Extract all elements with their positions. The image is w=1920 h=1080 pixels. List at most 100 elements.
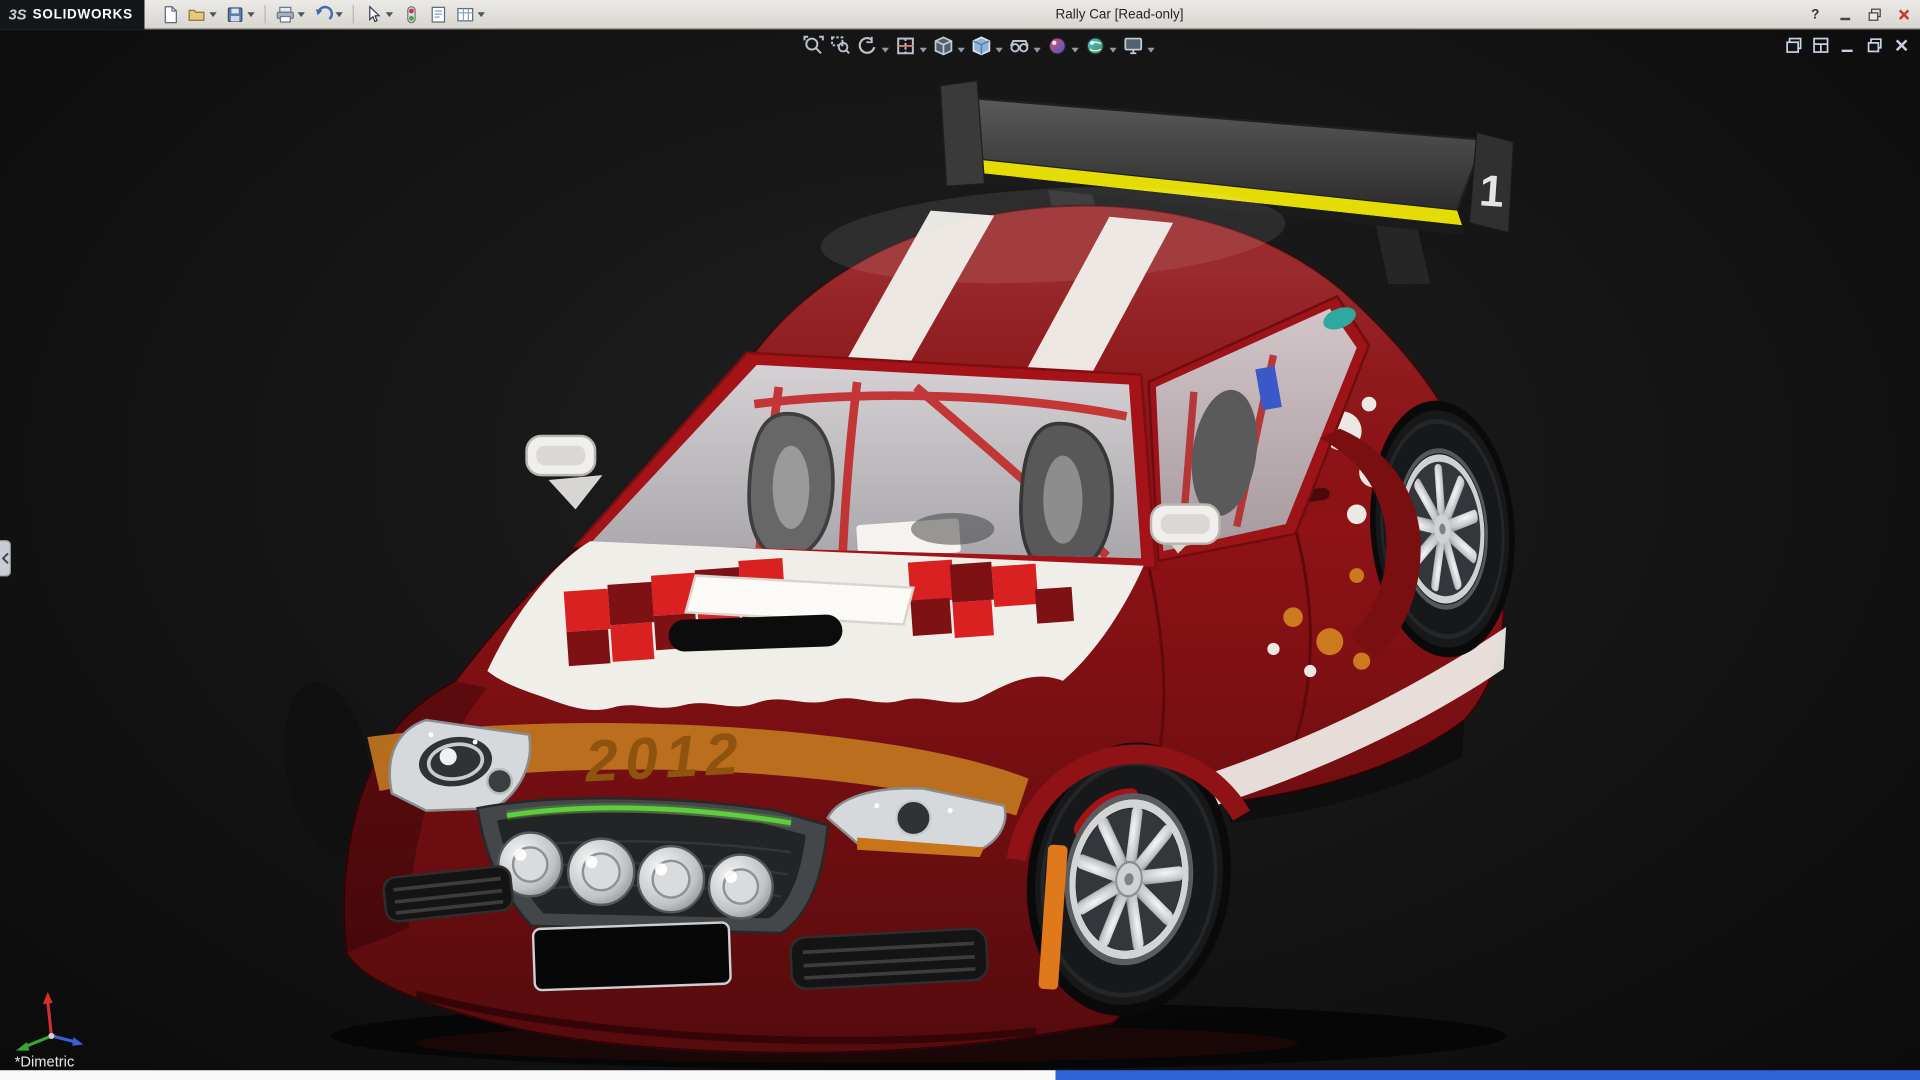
dropdown-arrow[interactable]: [298, 12, 305, 17]
dropdown-arrow[interactable]: [248, 12, 255, 17]
dropdown-arrow[interactable]: [996, 48, 1003, 53]
dropdown-arrow[interactable]: [1109, 48, 1116, 53]
standard-toolbar: [157, 2, 489, 26]
zoom-to-area-button[interactable]: [828, 32, 854, 59]
grille: [478, 798, 828, 933]
help-glyph: ?: [1811, 7, 1819, 22]
edit-appearance-button[interactable]: [1044, 32, 1070, 59]
select-cursor-icon: [364, 4, 384, 24]
save-icon: [225, 4, 245, 24]
zoom-to-area-icon: [830, 35, 851, 56]
help-button[interactable]: ?: [1805, 4, 1826, 25]
chevron-left-icon: [1, 552, 10, 564]
rebuild-button[interactable]: [399, 2, 425, 26]
window-controls: ?: [1805, 0, 1914, 29]
dropdown-arrow[interactable]: [882, 48, 889, 53]
options-grid-icon: [455, 4, 475, 24]
view-settings-icon: [1123, 35, 1144, 56]
file-properties-icon: [429, 4, 449, 24]
restore-button[interactable]: [1864, 4, 1885, 25]
app-window: 3S SOLIDWORKS: [0, 0, 1920, 1080]
window-title: Rally Car [Read-only]: [1056, 0, 1184, 29]
close-icon: [1896, 7, 1911, 22]
view-orientation-button[interactable]: [931, 32, 957, 59]
zoom-to-fit-icon: [803, 35, 824, 56]
zoom-to-fit-button[interactable]: [801, 32, 827, 59]
document-window-controls: [1782, 34, 1913, 55]
car-canvas[interactable]: 1: [0, 29, 1920, 1070]
brand-mark: 3S: [9, 6, 27, 23]
dropdown-arrow[interactable]: [1147, 48, 1154, 53]
view-settings-button[interactable]: [1120, 32, 1146, 59]
heads-up-toolbar: [801, 32, 1157, 59]
graphics-area[interactable]: 1: [0, 29, 1920, 1070]
dropdown-arrow[interactable]: [1033, 48, 1040, 53]
edit-appearance-ball-icon: [1047, 35, 1068, 56]
taskbar-right[interactable]: [1056, 1070, 1920, 1080]
section-view-icon: [895, 35, 916, 56]
orientation-triad: [7, 982, 95, 1053]
left-mirror[interactable]: [527, 436, 603, 509]
hide-show-items-button[interactable]: [1007, 32, 1033, 59]
section-view-button[interactable]: [893, 32, 919, 59]
new-document-icon: [160, 4, 180, 24]
view-orientation-label: *Dimetric: [15, 1053, 75, 1070]
license-plate: [533, 922, 731, 990]
select-button[interactable]: [361, 2, 387, 26]
doc-minimize-icon: [1837, 35, 1857, 55]
doc-close-button[interactable]: [1889, 34, 1912, 55]
display-style-icon: [971, 35, 992, 56]
tile-windows-button[interactable]: [1809, 34, 1832, 55]
cascade-icon: [1783, 35, 1803, 55]
undo-button[interactable]: [310, 2, 336, 26]
dropdown-arrow[interactable]: [478, 12, 485, 17]
windshield[interactable]: [573, 353, 1156, 577]
doc-restore-icon: [1864, 35, 1884, 55]
doc-close-icon: [1891, 35, 1911, 55]
apply-scene-button[interactable]: [1082, 32, 1108, 59]
dropdown-arrow[interactable]: [336, 12, 343, 17]
car-model[interactable]: 1: [272, 81, 1523, 1070]
taskbar-left[interactable]: [0, 1070, 1056, 1080]
open-folder-icon: [187, 4, 207, 24]
previous-view-icon: [857, 35, 878, 56]
cascade-windows-button[interactable]: [1782, 34, 1805, 55]
new-document-button[interactable]: [157, 2, 183, 26]
previous-view-button[interactable]: [855, 32, 881, 59]
taskbar-strip: [0, 1070, 1920, 1080]
doc-minimize-button[interactable]: [1836, 34, 1859, 55]
solidworks-logo: 3S SOLIDWORKS: [0, 0, 145, 29]
titlebar: 3S SOLIDWORKS: [0, 0, 1920, 29]
dropdown-arrow[interactable]: [1071, 48, 1078, 53]
hood-intake: [668, 614, 843, 652]
save-button[interactable]: [222, 2, 248, 26]
minimize-button[interactable]: [1834, 4, 1855, 25]
print-icon: [275, 4, 295, 24]
restore-icon: [1867, 7, 1882, 22]
doc-restore-button[interactable]: [1862, 34, 1885, 55]
dropdown-arrow[interactable]: [386, 12, 393, 17]
hide-show-glasses-icon: [1009, 35, 1030, 56]
close-button[interactable]: [1893, 4, 1914, 25]
apply-scene-globe-icon: [1085, 35, 1106, 56]
open-button[interactable]: [184, 2, 210, 26]
rebuild-traffic-light-icon: [402, 4, 422, 24]
options-button[interactable]: [452, 2, 478, 26]
minimize-icon: [1837, 7, 1852, 22]
toolbar-separator: [265, 5, 266, 23]
view-orientation-cube-icon: [933, 35, 954, 56]
display-style-button[interactable]: [969, 32, 995, 59]
tile-icon: [1810, 35, 1830, 55]
wing-number: 1: [1478, 166, 1506, 217]
right-lower-grille: [790, 928, 988, 990]
toolbar-separator: [353, 5, 354, 23]
brand-text: SOLIDWORKS: [33, 7, 133, 22]
dropdown-arrow[interactable]: [958, 48, 965, 53]
dropdown-arrow[interactable]: [210, 12, 217, 17]
panel-collapse-tab[interactable]: [0, 540, 11, 577]
year-decal: 2012: [583, 721, 747, 794]
file-properties-button[interactable]: [425, 2, 451, 26]
left-headlight: [390, 720, 530, 811]
dropdown-arrow[interactable]: [920, 48, 927, 53]
print-button[interactable]: [272, 2, 298, 26]
